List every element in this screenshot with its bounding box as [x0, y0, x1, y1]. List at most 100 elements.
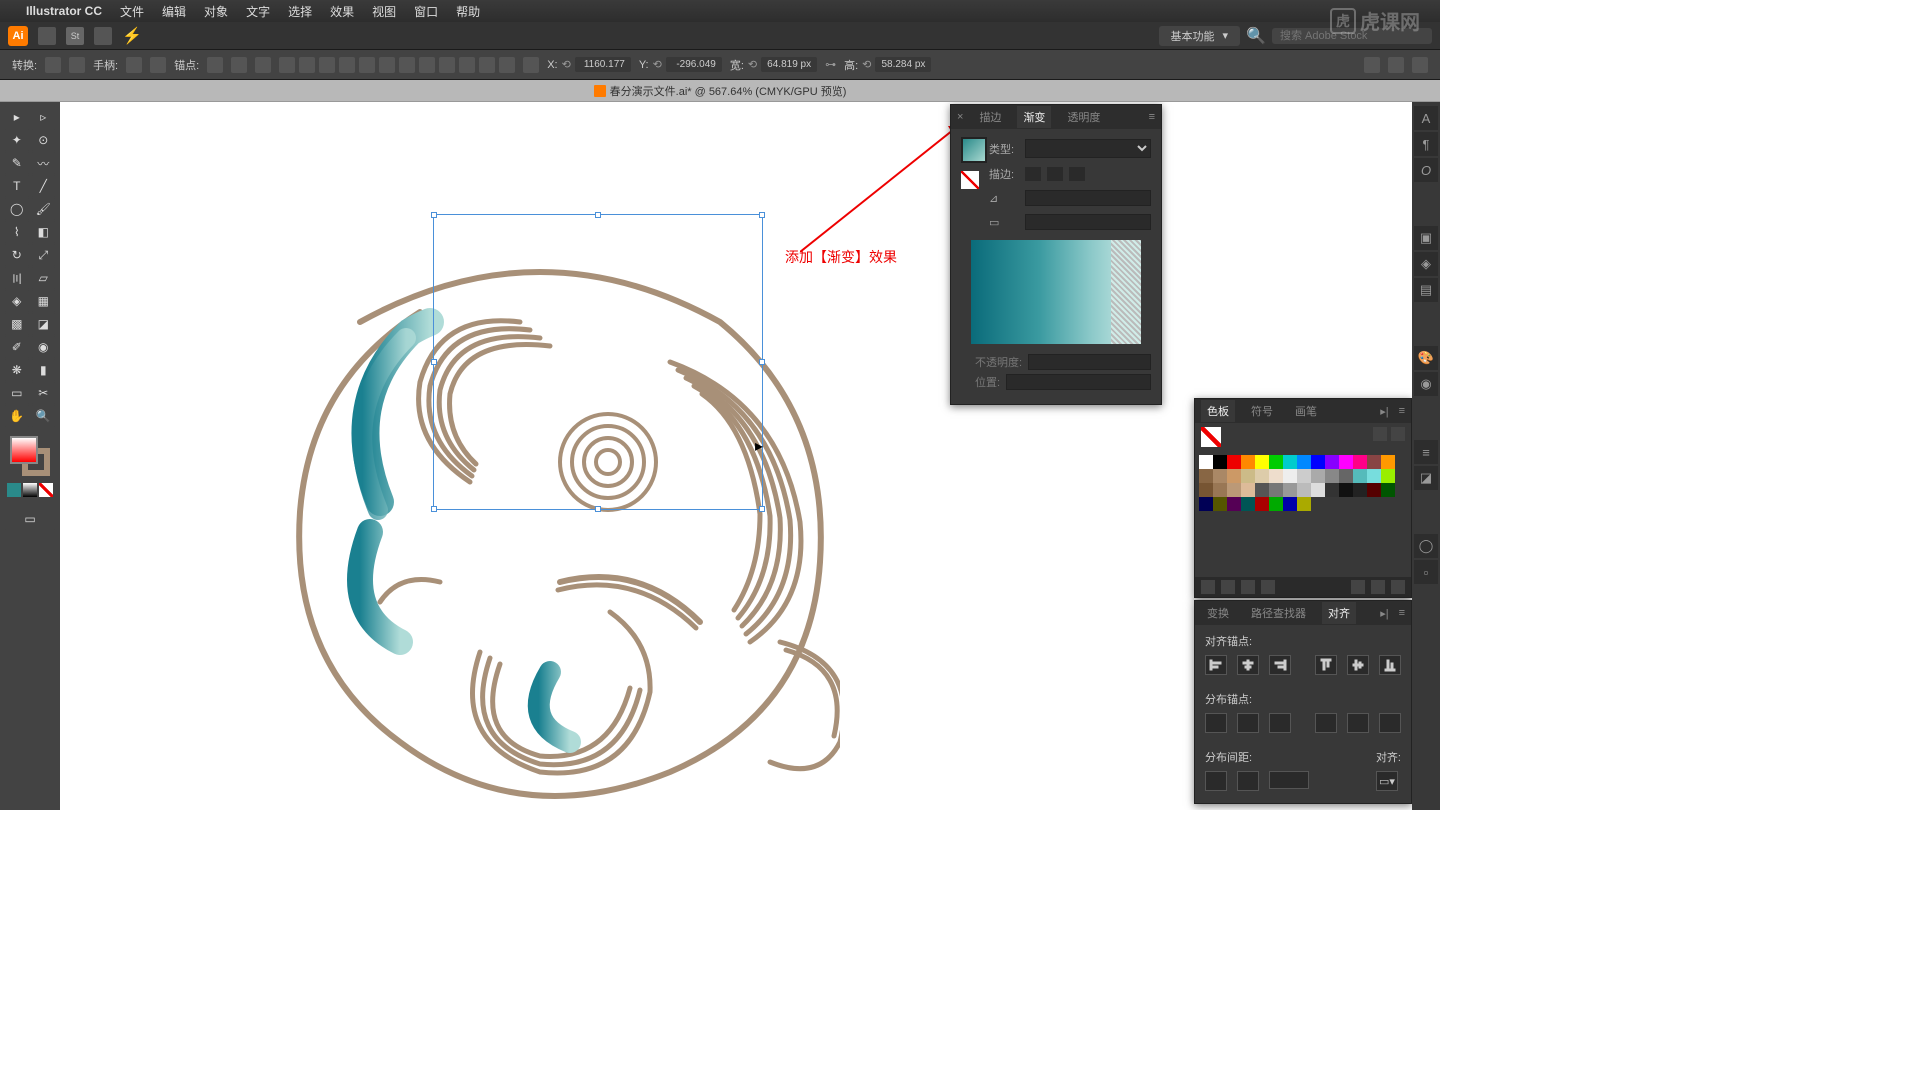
align-to[interactable]: ▭▾: [1376, 771, 1398, 791]
tab-brush[interactable]: 画笔: [1289, 400, 1323, 422]
gradient-type-select[interactable]: [1025, 139, 1151, 158]
document-tab[interactable]: 春分演示文件.ai* @ 567.64% (CMYK/GPU 预览): [594, 83, 847, 99]
line-tool[interactable]: ╱: [31, 175, 57, 197]
swatch-color[interactable]: [1227, 483, 1241, 497]
dist-value[interactable]: [1269, 771, 1309, 789]
align-menu-icon[interactable]: ≡: [1399, 607, 1405, 619]
sw-delete[interactable]: [1391, 580, 1405, 594]
aspect-input[interactable]: [1025, 214, 1151, 230]
width-tool[interactable]: 〣: [4, 267, 30, 289]
swatch-color[interactable]: [1269, 469, 1283, 483]
ctrl-ico4[interactable]: [150, 57, 166, 73]
swatch-color[interactable]: [1213, 455, 1227, 469]
slice-tool[interactable]: ✂: [31, 382, 57, 404]
scale-tool[interactable]: ⤢: [31, 244, 57, 266]
align-hcenter[interactable]: [1237, 655, 1259, 675]
column-graph-tool[interactable]: ▮: [31, 359, 57, 381]
handle-tr[interactable]: [759, 212, 765, 218]
dist-right[interactable]: [1379, 713, 1401, 733]
eraser-tool[interactable]: ◧: [31, 221, 57, 243]
dist-h-space[interactable]: [1237, 771, 1259, 791]
swatch-color[interactable]: [1325, 483, 1339, 497]
handle-tl[interactable]: [431, 212, 437, 218]
dist-5[interactable]: [479, 57, 495, 73]
menu-object[interactable]: 对象: [204, 3, 228, 20]
stroke-opt-2[interactable]: [1047, 167, 1063, 181]
tab-pathfinder[interactable]: 路径查找器: [1245, 602, 1312, 624]
x-value[interactable]: 1160.177: [575, 57, 631, 72]
tab-gradient[interactable]: 渐变: [1017, 106, 1051, 128]
dock-layers[interactable]: ▤: [1414, 278, 1438, 302]
dock-glyph[interactable]: O: [1414, 158, 1438, 182]
opacity-input[interactable]: [1028, 354, 1151, 370]
sw-new-group[interactable]: [1351, 580, 1365, 594]
view-list[interactable]: [1373, 427, 1387, 441]
color-mode-2[interactable]: [23, 483, 37, 497]
h-value[interactable]: 58.284 px: [875, 57, 931, 72]
selection-tool[interactable]: ▸: [4, 106, 30, 128]
dist-left[interactable]: [1315, 713, 1337, 733]
gradient-swatch[interactable]: [961, 137, 987, 163]
dock-graphic[interactable]: ▫: [1414, 560, 1438, 584]
align-vcenter[interactable]: [1347, 655, 1369, 675]
swatch-color[interactable]: [1367, 483, 1381, 497]
workspace-dropdown[interactable]: 基本功能▾: [1159, 26, 1241, 46]
swatch-color[interactable]: [1381, 483, 1395, 497]
swatch-color[interactable]: [1241, 469, 1255, 483]
perspective-tool[interactable]: ▦: [31, 290, 57, 312]
none-swatch[interactable]: [961, 171, 979, 189]
align-b[interactable]: [379, 57, 395, 73]
gradient-preview[interactable]: [971, 240, 1141, 344]
swatch-color[interactable]: [1339, 455, 1353, 469]
dist-bottom[interactable]: [1269, 713, 1291, 733]
swatch-color[interactable]: [1255, 455, 1269, 469]
swatch-color[interactable]: [1227, 469, 1241, 483]
align-left[interactable]: [1205, 655, 1227, 675]
swatch-color[interactable]: [1283, 497, 1297, 511]
eyedropper-tool[interactable]: ✐: [4, 336, 30, 358]
stroke-opt-3[interactable]: [1069, 167, 1085, 181]
ctrl-ico2[interactable]: [69, 57, 85, 73]
rotate-tool[interactable]: ↻: [4, 244, 30, 266]
swatch-color[interactable]: [1353, 469, 1367, 483]
swatch-color[interactable]: [1311, 469, 1325, 483]
current-fill[interactable]: [1201, 427, 1221, 447]
ctrl-end1[interactable]: [1364, 57, 1380, 73]
swatch-color[interactable]: [1227, 455, 1241, 469]
menu-select[interactable]: 选择: [288, 3, 312, 20]
tab-transform[interactable]: 变换: [1201, 602, 1235, 624]
angle-input[interactable]: [1025, 190, 1151, 206]
mesh-tool[interactable]: ▩: [4, 313, 30, 335]
handle-mr[interactable]: [759, 359, 765, 365]
swatch-color[interactable]: [1255, 497, 1269, 511]
handle-tm[interactable]: [595, 212, 601, 218]
panel-menu-icon[interactable]: ≡: [1149, 111, 1155, 123]
dist-1[interactable]: [399, 57, 415, 73]
swatch-color[interactable]: [1381, 455, 1395, 469]
stock-icon[interactable]: St: [66, 27, 84, 45]
dist-4[interactable]: [459, 57, 475, 73]
sw-group[interactable]: [1261, 580, 1275, 594]
swatch-color[interactable]: [1283, 469, 1297, 483]
handle-bm[interactable]: [595, 506, 601, 512]
hand-tool[interactable]: ✋: [4, 405, 30, 427]
dist-v-space[interactable]: [1205, 771, 1227, 791]
ctrl-ico6[interactable]: [231, 57, 247, 73]
color-mode-1[interactable]: [7, 483, 21, 497]
swatch-color[interactable]: [1325, 455, 1339, 469]
zoom-tool[interactable]: 🔍: [31, 405, 57, 427]
dock-color[interactable]: 🎨: [1414, 346, 1438, 370]
swatch-color[interactable]: [1339, 483, 1353, 497]
sw-opts[interactable]: [1241, 580, 1255, 594]
screen-mode[interactable]: ▭: [4, 508, 56, 530]
swatch-color[interactable]: [1283, 483, 1297, 497]
swatch-color[interactable]: [1227, 497, 1241, 511]
dock-lib[interactable]: ▣: [1414, 226, 1438, 250]
menu-effect[interactable]: 效果: [330, 3, 354, 20]
swatch-color[interactable]: [1297, 455, 1311, 469]
align-t[interactable]: [339, 57, 355, 73]
dist-3[interactable]: [439, 57, 455, 73]
dock-stroke[interactable]: ≡: [1414, 440, 1438, 464]
align-bottom[interactable]: [1379, 655, 1401, 675]
app-name[interactable]: Illustrator CC: [26, 4, 102, 18]
